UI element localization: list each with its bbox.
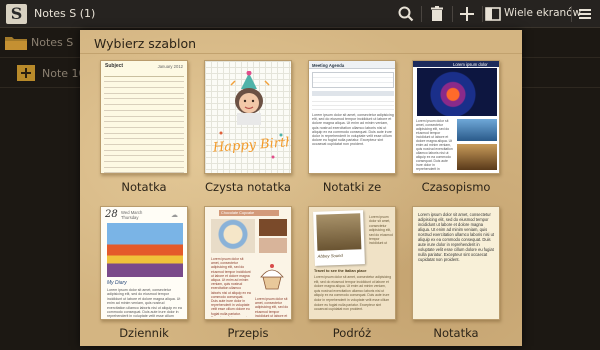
template-label: Czysta notatka: [205, 180, 291, 194]
dialog-divider: [80, 53, 522, 54]
diary-heading: My Diary: [107, 280, 127, 286]
template-thumbnail: 28 Wed March Thursday ☁ My Diary Lorem i…: [100, 206, 188, 320]
birthday-photo: [225, 70, 273, 133]
diary-photo: [107, 223, 183, 277]
travel-photo: Abbey Sound: [313, 210, 365, 266]
memo-body: Lorem ipsum dolor sit amet, consectetur …: [418, 212, 494, 262]
template-thumbnail: Lorem ipsum dolor Lorem ipsum dolor sit …: [412, 60, 500, 174]
travel-side-notes: Lorem ipsum dolor sit amet, consectetur …: [369, 215, 393, 245]
magazine-photo-small: [457, 144, 497, 170]
template-thumbnail: Abbey Sound Lorem ipsum dolor sit amet, …: [308, 206, 396, 320]
recipe-photo-small: [259, 238, 287, 253]
travel-title: Travel to see the Italian place: [314, 269, 367, 273]
template-label: Czasopismo: [421, 180, 491, 194]
add-note-icon[interactable]: [17, 65, 35, 81]
trash-icon[interactable]: [427, 4, 447, 24]
diary-body: Lorem ipsum dolor sit amet, consectetur …: [107, 288, 182, 318]
action-separator: [482, 6, 483, 22]
folder-icon: [4, 34, 28, 55]
template-thumbnail: Lorem ipsum dolor sit amet, consectetur …: [412, 206, 500, 320]
recipe-photo-small: [259, 219, 287, 236]
recipe-title: Chocolate Cupcake: [221, 210, 255, 215]
recipe-photo: [211, 219, 255, 253]
svg-text:Happy Birthday: Happy Birthday: [211, 133, 289, 155]
folder-label: Notes S: [31, 36, 74, 49]
magazine-body: Lorem ipsum dolor sit amet, consectetur …: [416, 119, 453, 171]
birthday-lettering: Happy Birthday: [211, 131, 289, 159]
app-title: Notes S (1): [34, 7, 96, 20]
action-separator: [452, 6, 453, 22]
magazine-photo-small: [457, 119, 497, 141]
template-label: Podróż: [332, 326, 372, 340]
template-thumbnail: Chocolate Cupcake Lorem ipsum dolor sit …: [204, 206, 292, 320]
recipe-ingredients: Lorem ipsum dolor sit amet, consectetur …: [211, 257, 251, 317]
meeting-body: Lorem ipsum dolor sit amet, consectetur …: [312, 113, 394, 147]
memo-lines: [104, 71, 184, 173]
menu-icon[interactable]: [576, 4, 594, 24]
meeting-title: Meeting Agenda: [312, 62, 345, 68]
cloud-icon: ☁: [171, 211, 178, 219]
template-label: Dziennik: [119, 326, 169, 340]
memo-subject: Subject: [105, 63, 124, 69]
add-icon[interactable]: [457, 4, 477, 24]
action-separator: [571, 6, 572, 22]
template-label: Przepis: [227, 326, 269, 340]
note-label: Note 10: [42, 67, 86, 80]
multiwindow-label[interactable]: Wiele ekranów: [504, 7, 581, 19]
template-thumbnail: Happy Birthday: [204, 60, 292, 174]
cupcake-icon: [260, 264, 284, 290]
memo-date: January 2012: [157, 64, 183, 69]
action-separator: [421, 6, 422, 22]
template-dialog: Wybierz szablon Subject January 2012 Not…: [80, 30, 522, 346]
recipe-steps: Lorem ipsum dolor sit amet, consectetur …: [255, 297, 289, 317]
diary-weekday: Thursday: [121, 215, 139, 220]
split-view-icon[interactable]: [484, 4, 502, 24]
diary-day: 28: [105, 209, 118, 220]
dialog-title: Wybierz szablon: [94, 36, 197, 51]
app-icon[interactable]: S: [6, 4, 27, 24]
travel-body: Lorem ipsum dolor sit amet, consectetur …: [314, 275, 392, 312]
magazine-photo: [417, 68, 497, 116]
template-label: Notatka: [433, 326, 479, 340]
template-label: Notatki ze: [322, 180, 382, 194]
template-thumbnail: Meeting Agenda Lorem ipsum dolor sit ame…: [308, 60, 396, 174]
search-icon[interactable]: [396, 4, 416, 24]
template-thumbnail: Subject January 2012: [100, 60, 188, 174]
travel-caption: Abbey Sound: [317, 252, 343, 259]
magazine-title: Lorem ipsum dolor: [453, 61, 488, 67]
template-label: Notatka: [121, 180, 167, 194]
action-bar: S Notes S (1) Wiele ekranów: [0, 0, 600, 28]
